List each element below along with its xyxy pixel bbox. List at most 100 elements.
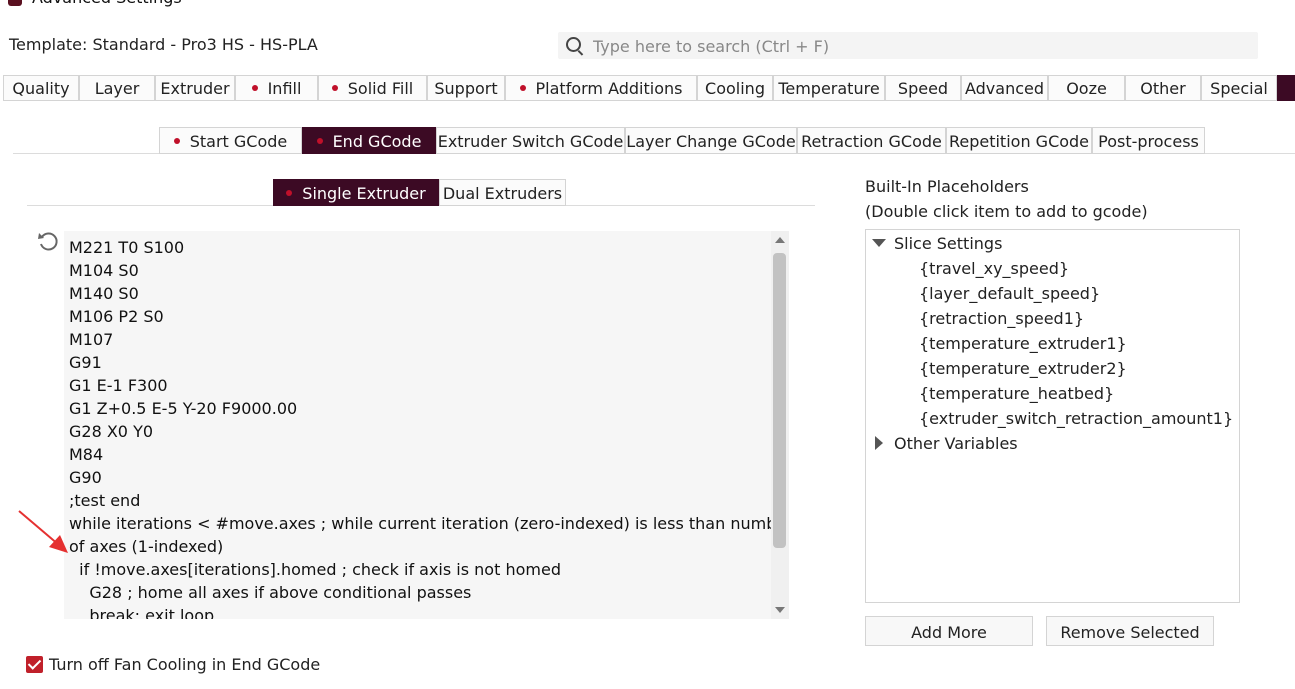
- code-line: break; exit loop: [69, 606, 215, 619]
- tab-label: Cooling: [705, 79, 765, 98]
- expand-right-icon[interactable]: [875, 436, 883, 450]
- search-input[interactable]: [591, 34, 1235, 58]
- tab-label: Speed: [897, 79, 949, 98]
- tab-extruder[interactable]: Extruder: [155, 75, 235, 101]
- template-label: Template: Standard - Pro3 HS - HS-PLA: [9, 35, 318, 54]
- tab-label: Start GCode: [189, 132, 288, 151]
- modified-dot-icon: [251, 84, 258, 91]
- tab-label: Extruder Switch GCode: [437, 132, 624, 151]
- expand-down-icon[interactable]: [872, 239, 886, 247]
- code-line: M221 T0 S100: [69, 238, 185, 257]
- tab-quality[interactable]: Quality: [3, 75, 79, 101]
- tab-extruder-switch-gcode[interactable]: Extruder Switch GCode: [436, 127, 625, 154]
- tab-support[interactable]: Support: [427, 75, 505, 101]
- scroll-up-icon[interactable]: [775, 237, 785, 243]
- annotation-arrow-icon: [18, 510, 68, 553]
- add-more-button[interactable]: Add More: [865, 616, 1033, 646]
- code-line: of axes (1-indexed): [69, 537, 224, 556]
- tab-label: Support: [434, 79, 498, 98]
- placeholders-tree[interactable]: Slice Settings {travel_xy_speed} {layer_…: [865, 229, 1240, 603]
- fan-cooling-label[interactable]: Turn off Fan Cooling in End GCode: [49, 654, 320, 676]
- tab-label: Infill: [267, 79, 302, 98]
- tab-label: Retraction GCode: [801, 132, 942, 151]
- tab-cooling[interactable]: Cooling: [697, 75, 773, 101]
- scroll-down-icon[interactable]: [775, 607, 785, 613]
- tab-label: Advanced: [964, 79, 1045, 98]
- code-line: G1 E-1 F300: [69, 376, 168, 395]
- tab-label: Dual Extruders: [442, 184, 563, 203]
- code-line: M84: [69, 445, 104, 464]
- code-line: M104 S0: [69, 261, 139, 280]
- placeholders-subtitle: (Double click item to add to gcode): [865, 202, 1148, 221]
- tree-item-placeholder[interactable]: {temperature_heatbed}: [919, 381, 1114, 406]
- tab-label: Platform Additions: [535, 79, 683, 98]
- tree-item-placeholder[interactable]: {temperature_extruder1}: [919, 331, 1127, 356]
- tab-label: Extruder: [160, 79, 230, 98]
- tree-item-placeholder[interactable]: {retraction_speed1}: [919, 306, 1084, 331]
- tab-post-process[interactable]: Post-process: [1092, 127, 1205, 154]
- tab-layer[interactable]: Layer: [79, 75, 155, 101]
- tab-label: Quality: [12, 79, 70, 98]
- editor-scrollbar[interactable]: [771, 231, 789, 619]
- app-icon: [8, 0, 22, 6]
- tab-label: End GCode: [332, 132, 422, 151]
- tab-label: Layer: [94, 79, 140, 98]
- scrollbar-thumb[interactable]: [773, 253, 786, 548]
- code-line: while iterations < #move.axes ; while cu…: [69, 514, 771, 533]
- tab-single-extruder[interactable]: Single Extruder: [273, 179, 439, 206]
- tab-label: Single Extruder: [302, 184, 426, 203]
- remove-selected-button[interactable]: Remove Selected: [1046, 616, 1214, 646]
- tab-dual-extruders[interactable]: Dual Extruders: [439, 179, 566, 206]
- modified-dot-icon: [173, 137, 180, 144]
- tab-label: Post-process: [1098, 132, 1199, 151]
- main-tab-bar: Quality Layer Extruder Infill Solid Fill…: [0, 75, 1295, 102]
- tree-group-slice-settings[interactable]: Slice Settings: [894, 231, 1002, 256]
- tab-label: Solid Fill: [347, 79, 414, 98]
- code-line: if !move.axes[iterations].homed ; check …: [69, 560, 561, 579]
- tree-item-placeholder[interactable]: {temperature_extruder2}: [919, 356, 1127, 381]
- tree-group-other-variables[interactable]: Other Variables: [894, 431, 1018, 456]
- code-line: ;test end: [69, 491, 141, 510]
- title-bar: Advanced Settings: [0, 0, 1295, 10]
- tab-infill[interactable]: Infill: [235, 75, 318, 101]
- tab-ooze[interactable]: Ooze: [1048, 75, 1125, 101]
- tree-item-placeholder[interactable]: {extruder_switch_retraction_amount1}: [919, 406, 1233, 431]
- tree-item-placeholder[interactable]: {travel_xy_speed}: [919, 256, 1069, 281]
- tab-label: Layer Change GCode: [626, 132, 796, 151]
- modified-dot-icon: [316, 137, 323, 144]
- tab-special[interactable]: Special: [1201, 75, 1277, 101]
- tab-overflow[interactable]: [1277, 75, 1295, 101]
- tab-label: Temperature: [778, 79, 880, 98]
- code-line: G28 X0 Y0: [69, 422, 154, 441]
- tab-end-gcode[interactable]: End GCode: [302, 127, 436, 154]
- gcode-editor[interactable]: M221 T0 S100 M104 S0 M140 S0 M106 P2 S0 …: [64, 231, 771, 619]
- tab-platform-additions[interactable]: Platform Additions: [505, 75, 697, 101]
- placeholders-title: Built-In Placeholders: [865, 177, 1029, 196]
- tab-temperature[interactable]: Temperature: [773, 75, 885, 101]
- code-line: G91: [69, 353, 102, 372]
- code-line: G90: [69, 468, 102, 487]
- window-title: Advanced Settings: [32, 0, 182, 8]
- code-line: G28 ; home all axes if above conditional…: [69, 583, 472, 602]
- tab-start-gcode[interactable]: Start GCode: [159, 127, 302, 154]
- tab-advanced[interactable]: Advanced: [961, 75, 1048, 101]
- search-icon: [566, 37, 581, 52]
- tab-repetition-gcode[interactable]: Repetition GCode: [946, 127, 1092, 154]
- tab-layer-change-gcode[interactable]: Layer Change GCode: [625, 127, 797, 154]
- tab-label: Ooze: [1066, 79, 1107, 98]
- tab-speed[interactable]: Speed: [885, 75, 961, 101]
- fan-cooling-checkbox[interactable]: [26, 656, 43, 673]
- modified-dot-icon: [519, 84, 526, 91]
- modified-dot-icon: [331, 84, 338, 91]
- code-line: M106 P2 S0: [69, 307, 164, 326]
- search-box[interactable]: [558, 32, 1258, 59]
- tab-other[interactable]: Other: [1125, 75, 1201, 101]
- modified-dot-icon: [286, 189, 293, 196]
- tab-label: Special: [1210, 79, 1268, 98]
- tab-solid-fill[interactable]: Solid Fill: [318, 75, 427, 101]
- code-line: G1 Z+0.5 E-5 Y-20 F9000.00: [69, 399, 298, 418]
- tree-item-placeholder[interactable]: {layer_default_speed}: [919, 281, 1100, 306]
- code-line: M107: [69, 330, 114, 349]
- tab-retraction-gcode[interactable]: Retraction GCode: [797, 127, 946, 154]
- reset-icon[interactable]: [37, 231, 59, 253]
